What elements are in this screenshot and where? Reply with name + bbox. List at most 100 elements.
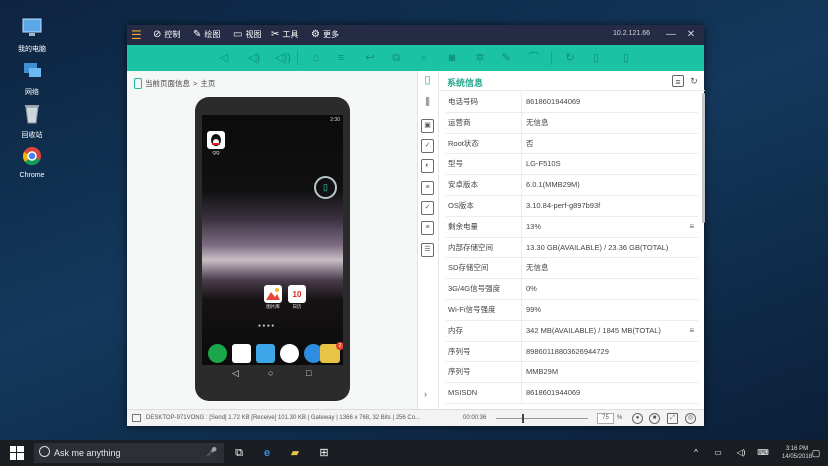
- volume-up-icon[interactable]: ◁)): [275, 51, 291, 65]
- minimize-icon[interactable]: —: [664, 28, 678, 42]
- desktop-icon-label: 我的电脑: [18, 46, 46, 53]
- record-icon[interactable]: ●: [632, 413, 643, 424]
- menu-more[interactable]: ⚙ 更多: [311, 28, 339, 42]
- computer-icon: [22, 18, 42, 36]
- menu-control[interactable]: ⊘ 控制: [153, 28, 180, 42]
- file-check-icon[interactable]: ✓: [421, 201, 434, 215]
- breadcrumb-separator: >: [193, 78, 198, 88]
- app-qq[interactable]: QQ: [206, 131, 226, 155]
- refresh-icon[interactable]: ↻: [688, 75, 700, 87]
- zoom-slider-knob[interactable]: [522, 414, 524, 423]
- desktop-icon-network[interactable]: 网络: [7, 60, 57, 97]
- screenshot-icon[interactable]: ◎: [685, 413, 696, 424]
- store-icon[interactable]: ⊞: [316, 445, 332, 461]
- keyboard-tray-icon[interactable]: ⌨: [755, 445, 771, 461]
- edge-icon[interactable]: e: [259, 445, 275, 461]
- gallery-icon[interactable]: [256, 344, 275, 363]
- connection-info: DESKTOP-971VONG : [Send] 1.72 KB [Receiv…: [146, 415, 421, 421]
- brush-icon[interactable]: ⌒: [527, 51, 541, 65]
- elapsed-time: 00:00:36: [463, 415, 487, 421]
- settings-icon[interactable]: ✲: [473, 51, 487, 65]
- menu-paint[interactable]: ✎ 绘图: [193, 28, 220, 42]
- zoom-slider[interactable]: [496, 414, 588, 423]
- zoom-input[interactable]: 75: [597, 413, 614, 424]
- search-icon: [39, 446, 50, 457]
- notification-badge: 2: [336, 342, 343, 350]
- apps-grid-icon[interactable]: [280, 344, 299, 363]
- breadcrumb-page[interactable]: 主页: [200, 78, 215, 89]
- menu-list-icon[interactable]: ≡: [334, 51, 348, 65]
- notification-arrow-icon[interactable]: ^: [688, 445, 704, 461]
- list-icon[interactable]: ☰: [421, 243, 434, 257]
- info-sidebar: ▯ ⫼ ▣ ✓ ◐ ≡ ✓ ≡ ☰ ›: [417, 71, 437, 409]
- scrollbar[interactable]: [702, 93, 705, 223]
- pen-icon[interactable]: ✎: [499, 51, 513, 65]
- volume-tray-icon[interactable]: ◁): [733, 445, 749, 461]
- app-manager-icon[interactable]: ◐: [421, 159, 434, 173]
- switch-app-icon[interactable]: ⧉: [389, 51, 403, 65]
- sliders-icon[interactable]: ⫼: [421, 97, 434, 111]
- table-row: Root状态否: [446, 133, 698, 155]
- app-gallery[interactable]: 图片库: [263, 285, 283, 310]
- table-row: 3G/4G信号强度 0%: [446, 279, 698, 300]
- windows-start-icon[interactable]: [10, 446, 24, 460]
- device-ip: 10.2.121.66: [613, 30, 650, 37]
- chevron-right-icon[interactable]: ›: [424, 389, 427, 399]
- desktop-icon-label: 网络: [25, 89, 39, 96]
- taskbar: Ask me anything 🎤 ⧉ e ▰ ⊞ ^ ▭ ◁) ⌨ 3:16 …: [0, 440, 828, 466]
- volume-down-icon[interactable]: ◁): [247, 51, 261, 65]
- toolbar-divider: [297, 51, 298, 65]
- chip-icon[interactable]: ▣: [421, 119, 434, 133]
- breadcrumb: 当前页面信息 > 主页: [134, 77, 215, 89]
- control-icon: ⊘: [153, 29, 162, 40]
- clipboard-icon[interactable]: ≡: [672, 75, 684, 87]
- app-calendar[interactable]: 10 日历: [287, 285, 307, 310]
- action-center-icon[interactable]: ▢: [808, 445, 824, 461]
- table-row: 电话号码 8618601944069: [446, 92, 698, 113]
- desktop-icon-chrome[interactable]: Chrome: [7, 145, 57, 179]
- desktop-icon-recycle-bin[interactable]: 回收站: [7, 103, 57, 140]
- taskbar-search[interactable]: Ask me anything 🎤: [34, 443, 224, 463]
- device-screen-pane: 当前页面信息 > 主页 2:30 QQ 图片库 10 日历 ● ● ● ● 2 …: [127, 71, 417, 409]
- nav-back-icon[interactable]: ◁: [232, 368, 239, 379]
- clipboard-icon[interactable]: ≡: [421, 221, 434, 235]
- menu-view[interactable]: ▭ 视图: [233, 28, 261, 42]
- camera-icon[interactable]: ◙: [445, 51, 459, 65]
- volume-off-icon[interactable]: ◁: [217, 51, 231, 65]
- task-view-icon[interactable]: ⧉: [231, 445, 247, 461]
- system-info-panel: 系统信息 ≡ ↻ 电话号码 8618601944069 运营商 无信息 Root状态…: [438, 71, 705, 409]
- search-icon[interactable]: ⌕: [417, 51, 431, 65]
- rotate-icon[interactable]: ↻: [563, 51, 577, 65]
- table-row: 序列号 MMB29M: [446, 362, 698, 384]
- hamburger-menu-icon[interactable]: ☰: [131, 28, 143, 42]
- breadcrumb-current[interactable]: 当前页面信息: [145, 78, 190, 89]
- back-icon[interactable]: ↩: [363, 51, 377, 65]
- table-row: MSISDN 8618601944069: [446, 383, 698, 404]
- qq-icon: [207, 131, 225, 149]
- row-menu-icon[interactable]: ≡: [689, 321, 694, 342]
- nav-home-icon[interactable]: ○: [268, 368, 273, 378]
- portrait-icon[interactable]: ▯: [589, 51, 603, 65]
- close-icon[interactable]: ✕: [684, 28, 698, 42]
- desktop-icon-computer[interactable]: 我的电脑: [7, 17, 57, 54]
- phone-screen[interactable]: 2:30 QQ 图片库 10 日历 ● ● ● ● 2: [202, 115, 343, 365]
- stop-icon[interactable]: ■: [649, 413, 660, 424]
- float-control-button[interactable]: ▯: [314, 176, 337, 199]
- table-row: Wi-Fi信号强度 99%: [446, 299, 698, 321]
- fullscreen-icon[interactable]: ⤢: [667, 413, 678, 424]
- checkbox-icon[interactable]: ✓: [421, 139, 434, 153]
- network-tray-icon[interactable]: ▭: [710, 445, 726, 461]
- home-icon[interactable]: ⌂: [309, 51, 323, 65]
- nav-recent-icon[interactable]: □: [306, 368, 311, 378]
- document-icon[interactable]: ≡: [421, 181, 434, 195]
- phone-info-icon[interactable]: ▯: [421, 75, 434, 89]
- phone-icon[interactable]: ▯: [619, 51, 633, 65]
- contacts-icon[interactable]: [232, 344, 251, 363]
- microphone-icon[interactable]: 🎤: [206, 447, 217, 458]
- file-explorer-icon[interactable]: ▰: [287, 445, 303, 461]
- app-label: QQ: [212, 150, 220, 155]
- gallery-icon: [264, 285, 282, 303]
- phone-call-icon[interactable]: [208, 344, 227, 363]
- menu-tools[interactable]: ✂ 工具: [271, 28, 298, 42]
- row-menu-icon[interactable]: ≡: [689, 217, 694, 238]
